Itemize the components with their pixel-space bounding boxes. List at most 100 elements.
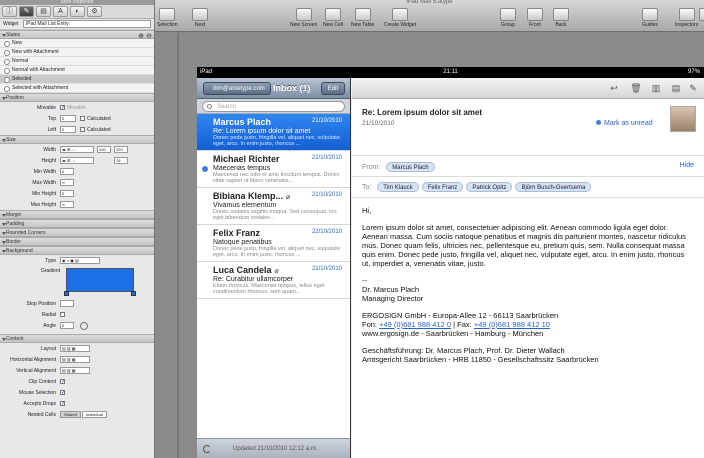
group-icon: [500, 8, 516, 21]
toolbar-new-cell-button[interactable]: New Cell: [323, 8, 343, 28]
archive-icon[interactable]: ▥: [650, 83, 662, 94]
content-row-checkbox[interactable]: ✓: [60, 390, 65, 396]
recipient-pill[interactable]: Björn Busch-Geertsema: [515, 182, 592, 192]
toolbar-el-button[interactable]: El: [699, 8, 704, 28]
reply-icon[interactable]: ↩: [608, 83, 620, 94]
message-list-item[interactable]: Marcus Plach 21/10/2010 Re: Lorem ipsum do…: [197, 114, 350, 151]
edit-button[interactable]: Edit: [321, 82, 345, 95]
back-button[interactable]: ibm@antetype.com: [203, 82, 271, 95]
state-item[interactable]: Selected with Attachment: [0, 84, 154, 93]
max-width-label: Max Width: [32, 179, 56, 186]
tab-behavior-icon[interactable]: ⚙: [87, 6, 102, 17]
nested-option[interactable]: Individual: [81, 411, 107, 418]
toolbar-new-table-button[interactable]: New Table: [351, 8, 374, 28]
content-row-control[interactable]: ▤ ▥ ▦: [60, 345, 90, 352]
attachment-icon: ⌀: [286, 194, 291, 201]
message-list-item[interactable]: Michael Richter 21/10/2010 Maecenas tempus…: [197, 151, 350, 188]
width-field[interactable]: 100: [97, 146, 111, 153]
trash-icon[interactable]: 🗑: [630, 83, 642, 94]
section-header[interactable]: Rounded Corners: [0, 228, 154, 237]
toolbar-next-button[interactable]: Next: [192, 8, 208, 28]
max-width-field[interactable]: ∞: [60, 179, 74, 186]
content-row-label: Vertical Alignment: [16, 367, 56, 374]
state-item[interactable]: Normal: [0, 57, 154, 66]
width-mode-control[interactable]: ◂▸ ⊞ ⇔: [60, 146, 94, 153]
state-item[interactable]: Normal with Attachment: [0, 66, 154, 75]
mark-unread-button[interactable]: Mark as unread: [596, 120, 653, 127]
width-row: Width ◂▸ ⊞ ⇔ 100 320: [0, 144, 154, 155]
size-header[interactable]: Size: [0, 135, 154, 144]
move-folder-icon[interactable]: ▤: [670, 83, 682, 94]
tab-text-icon[interactable]: A: [53, 6, 68, 17]
recipient-pill[interactable]: Felix Franz: [421, 182, 464, 192]
message-list-item[interactable]: Luca Candela ⌀ 21/10/2010 Re: Curabitur ull…: [197, 262, 350, 299]
section-header[interactable]: Margin: [0, 210, 154, 219]
content-row-control[interactable]: ▤ ▥ ▦: [60, 367, 90, 374]
tab-style-icon[interactable]: ✎: [19, 6, 34, 17]
min-width-field[interactable]: 0: [60, 168, 74, 175]
ipad-mockup[interactable]: iPad 21:11 97% ibm@antetype.com Inbox (1…: [197, 67, 704, 458]
position-header[interactable]: Position: [0, 93, 154, 102]
content-header[interactable]: Content: [0, 334, 154, 343]
min-width-row: Min Width 0: [0, 166, 154, 177]
angle-field[interactable]: 0: [60, 322, 74, 329]
max-height-field[interactable]: ∞: [60, 201, 74, 208]
top-calculated-checkbox[interactable]: [80, 116, 85, 121]
height-mode-control[interactable]: ◂▸ ⊞ ⇔: [60, 157, 94, 164]
state-item[interactable]: Selected: [0, 75, 154, 84]
state-item[interactable]: New: [0, 39, 154, 48]
toolbar-create-widget-button[interactable]: Create Widget: [384, 8, 416, 28]
content-row-checkbox[interactable]: ✓: [60, 401, 65, 407]
message-list: Marcus Plach 21/10/2010 Re: Lorem ipsum do…: [197, 114, 350, 299]
left-calculated-checkbox[interactable]: [80, 127, 85, 132]
content-rows: Layout ▤ ▥ ▦ Horizontal Alignment ▤ ▥ ▦ Vert…: [0, 343, 154, 420]
compose-icon[interactable]: ✎: [687, 83, 699, 94]
state-item[interactable]: New with Attachment: [0, 48, 154, 57]
fax-link[interactable]: +49 (0)681 988 412 10: [474, 320, 550, 329]
message-list-item[interactable]: Bibiana Klemp... ⌀ 21/10/2010 Vivamus eleme…: [197, 188, 350, 225]
states-header[interactable]: States ⊕ ⊖: [0, 30, 154, 40]
tab-layout-icon[interactable]: ▤: [36, 6, 51, 17]
toolbar-front-button[interactable]: Front: [527, 8, 543, 28]
movable-checkbox[interactable]: ✓: [60, 105, 65, 111]
gradient-preview[interactable]: [66, 268, 134, 292]
toolbar-new-screen-button[interactable]: New Screen: [290, 8, 317, 28]
width-field-2[interactable]: 320: [114, 146, 128, 153]
nested-option[interactable]: Shared: [60, 411, 81, 418]
front-icon: [527, 8, 543, 21]
section-header[interactable]: Padding: [0, 219, 154, 228]
tab-effects-icon[interactable]: ◐: [70, 6, 85, 17]
gradient-stop-right[interactable]: [131, 291, 136, 296]
recipient-pill[interactable]: Tim Klauck: [377, 182, 419, 192]
hide-button[interactable]: Hide: [680, 162, 694, 169]
toolbar-guides-button[interactable]: Guides: [642, 8, 658, 28]
section-header[interactable]: Border: [0, 237, 154, 246]
new-screen-icon: [295, 8, 312, 21]
toolbar-inspectors-button[interactable]: Inspectors: [675, 8, 698, 28]
radial-checkbox[interactable]: [60, 312, 65, 317]
left-field[interactable]: 0: [60, 126, 76, 133]
from-pill[interactable]: Marcus Plach: [386, 162, 435, 172]
top-field[interactable]: 0: [60, 115, 76, 122]
background-header[interactable]: Background: [0, 246, 154, 255]
message-list-item[interactable]: Felix Franz 22/10/2010 Natoque penatibus Do…: [197, 225, 350, 262]
widget-field[interactable]: iPad Mail List Entry: [23, 20, 151, 28]
height-field[interactable]: 76: [114, 157, 128, 164]
angle-dial-icon[interactable]: [80, 321, 88, 330]
content-row-control[interactable]: ▤ ▥ ▦: [60, 356, 90, 363]
phone-link[interactable]: +49 (0)681 988 412 0: [379, 320, 451, 329]
toolbar-back-button[interactable]: Back: [553, 8, 569, 28]
gradient-stop-left[interactable]: [64, 291, 69, 296]
toolbar-selection-button[interactable]: Selection: [157, 8, 178, 28]
toolbar-group-button[interactable]: Group: [500, 8, 516, 28]
content-row-checkbox[interactable]: ✓: [60, 379, 65, 385]
from-label: From:: [362, 164, 381, 171]
recipient-pill[interactable]: Patrick Opitz: [466, 182, 513, 192]
min-height-field[interactable]: 0: [60, 190, 74, 197]
refresh-icon[interactable]: [203, 445, 211, 453]
background-type-control[interactable]: ◉ ◑ ▣ ▤: [60, 257, 100, 264]
main-toolbar: iPad Mail 5.atype Selection Next New Scree…: [155, 0, 704, 32]
tab-info-icon[interactable]: ⓘ: [2, 6, 17, 17]
search-input[interactable]: Search: [202, 101, 345, 112]
stop-position-field[interactable]: [60, 300, 74, 307]
